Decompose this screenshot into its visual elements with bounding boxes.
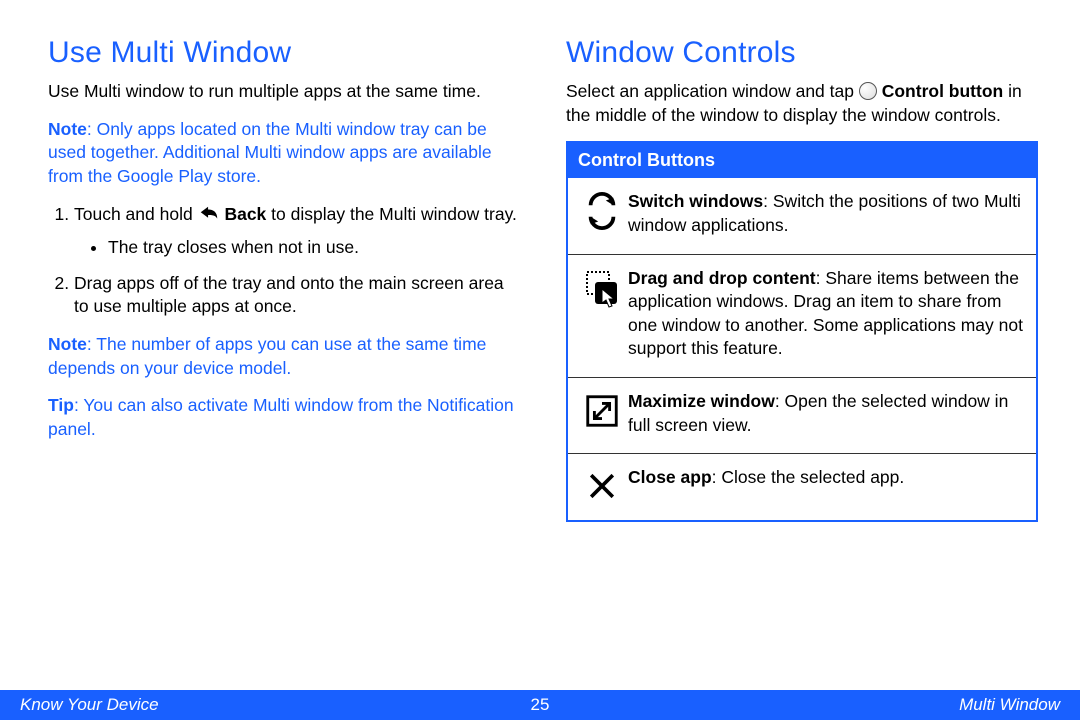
control-button-icon: [859, 82, 877, 100]
row-close-label: Close app: [628, 467, 712, 487]
row-max-label: Maximize window: [628, 391, 775, 411]
note2-label: Note: [48, 334, 87, 354]
manual-page: Use Multi Window Use Multi window to run…: [0, 0, 1080, 720]
row-close-desc: Close app: Close the selected app.: [628, 466, 1026, 504]
control-buttons-panel: Control Buttons Switch windo: [566, 141, 1038, 522]
close-icon: [576, 466, 628, 504]
two-column-layout: Use Multi Window Use Multi window to run…: [48, 36, 1038, 522]
maximize-icon: [576, 390, 628, 437]
left-column: Use Multi Window Use Multi window to run…: [48, 36, 520, 522]
row-maximize: Maximize window: Open the selected windo…: [568, 378, 1036, 454]
step1-sub: The tray closes when not in use.: [108, 236, 520, 260]
heading-window-controls: Window Controls: [566, 36, 1038, 70]
row-drag-label: Drag and drop content: [628, 268, 816, 288]
back-icon: [198, 204, 220, 222]
tip-notification-panel: Tip: You can also activate Multi window …: [48, 394, 520, 441]
switch-windows-icon: [576, 190, 628, 237]
note-text: : Only apps located on the Multi window …: [48, 119, 492, 186]
steps-list: Touch and hold Back to display the Multi…: [48, 203, 520, 320]
note-app-count: Note: The number of apps you can use at …: [48, 333, 520, 380]
row-switch-label: Switch windows: [628, 191, 763, 211]
row-max-desc: Maximize window: Open the selected windo…: [628, 390, 1026, 437]
row-close: Close app: Close the selected app.: [568, 454, 1036, 520]
intro-right-a: Select an application window and tap: [566, 81, 859, 101]
panel-header: Control Buttons: [568, 143, 1036, 178]
step1-text-b: to display the Multi window tray.: [266, 204, 517, 224]
step1-sublist: The tray closes when not in use.: [74, 236, 520, 260]
step1-back-label: Back: [224, 204, 266, 224]
step1-text-a: Touch and hold: [74, 204, 198, 224]
footer-page-number: 25: [531, 695, 550, 715]
intro-right: Select an application window and tap Con…: [566, 80, 1038, 127]
right-column: Window Controls Select an application wi…: [566, 36, 1038, 522]
row-switch-windows: Switch windows: Switch the positions of …: [568, 178, 1036, 254]
tip-label: Tip: [48, 395, 74, 415]
footer-left: Know Your Device: [20, 695, 159, 715]
footer-right: Multi Window: [959, 695, 1060, 715]
panel-body: Switch windows: Switch the positions of …: [568, 178, 1036, 520]
step-1: Touch and hold Back to display the Multi…: [74, 203, 520, 260]
row-switch-desc: Switch windows: Switch the positions of …: [628, 190, 1026, 237]
step-2: Drag apps off of the tray and onto the m…: [74, 272, 520, 319]
note-apps-tray: Note: Only apps located on the Multi win…: [48, 118, 520, 189]
row-close-text: : Close the selected app.: [712, 467, 905, 487]
drag-drop-icon: [576, 267, 628, 362]
heading-use-multi-window: Use Multi Window: [48, 36, 520, 70]
page-footer: Know Your Device 25 Multi Window: [0, 690, 1080, 720]
intro-left: Use Multi window to run multiple apps at…: [48, 80, 520, 104]
note-label: Note: [48, 119, 87, 139]
note2-text: : The number of apps you can use at the …: [48, 334, 486, 378]
row-drag-desc: Drag and drop content: Share items betwe…: [628, 267, 1026, 362]
tip-text: : You can also activate Multi window fro…: [48, 395, 514, 439]
row-drag-drop: Drag and drop content: Share items betwe…: [568, 255, 1036, 379]
intro-control-label: Control button: [882, 81, 1003, 101]
